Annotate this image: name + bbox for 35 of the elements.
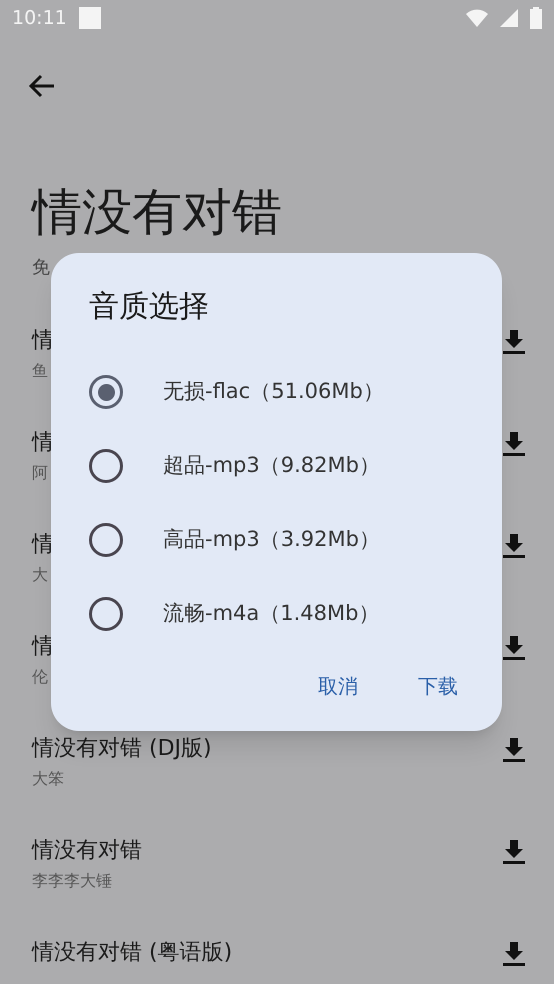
download-icon[interactable] [502, 736, 526, 762]
song-artist: 鱼 [32, 360, 48, 382]
page-title: 情没有对错 [32, 182, 283, 242]
song-artist: 大 [32, 564, 48, 586]
page-subtitle: 免 [32, 256, 51, 280]
dialog-button[interactable]: 取消 [318, 671, 358, 701]
song-artist: 李李李大锤 [32, 870, 112, 892]
battery-icon [530, 7, 542, 29]
wifi-icon [466, 9, 488, 27]
radio-button[interactable] [89, 597, 123, 631]
download-icon[interactable] [502, 838, 526, 864]
radio-button[interactable] [89, 375, 123, 409]
song-title[interactable]: 情没有对错 [32, 836, 142, 866]
download-icon[interactable] [502, 634, 526, 660]
download-icon[interactable] [502, 328, 526, 354]
quality-option[interactable]: 高品-mp3（3.92Mb） [89, 503, 400, 577]
signal-icon [500, 9, 518, 27]
radio-button[interactable] [89, 449, 123, 483]
quality-option[interactable]: 超品-mp3（9.82Mb） [89, 429, 400, 503]
quality-option[interactable]: 流畅-m4a（1.48Mb） [89, 577, 400, 651]
song-title[interactable]: 情没有对错 (粤语版) [32, 938, 232, 968]
download-icon[interactable] [502, 940, 526, 966]
download-icon[interactable] [502, 430, 526, 456]
dialog-button[interactable]: 下载 [418, 671, 458, 701]
status-time: 10:11 [12, 6, 67, 31]
radio-button[interactable] [89, 523, 123, 557]
song-artist: 大笨 [32, 768, 64, 790]
quality-option[interactable]: 无损-flac（51.06Mb） [89, 355, 400, 429]
download-icon[interactable] [502, 532, 526, 558]
back-arrow-icon[interactable] [28, 74, 56, 98]
song-artist: 阿 [32, 462, 48, 484]
notification-icon [78, 7, 101, 29]
song-title[interactable]: 情没有对错 (DJ版) [32, 734, 212, 764]
song-artist: 伦 [32, 666, 48, 688]
dialog-title: 音质选择 [89, 288, 209, 326]
